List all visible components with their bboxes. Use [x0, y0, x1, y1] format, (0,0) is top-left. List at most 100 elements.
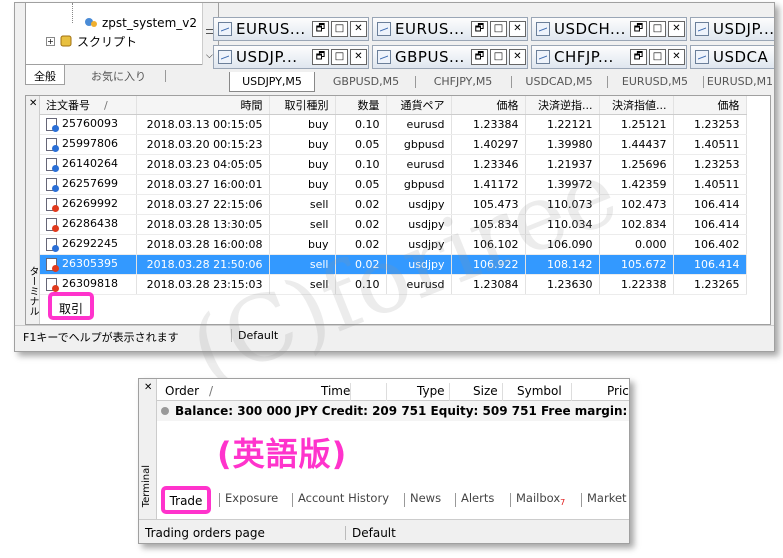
navigator-item[interactable]: + スクリプト — [46, 33, 137, 49]
tab-separator — [455, 493, 456, 507]
table-row[interactable]: 26257699 2018.03.27 16:00:01 buy 0.05 gbpusd… — [40, 174, 747, 195]
tab-trade[interactable]: Trade — [170, 494, 203, 508]
take-profit-cell: 1.44437 — [599, 134, 674, 155]
restore-icon[interactable]: 🗗 — [630, 49, 647, 65]
column-header-ticket[interactable]: 注文番号 / — [40, 96, 137, 115]
chart-tab[interactable]: USDCAD,M5 — [513, 72, 605, 92]
type-cell: sell — [269, 274, 336, 295]
chart-window-tile[interactable]: GBPUS... 🗗 □ ✕ — [372, 45, 528, 69]
close-icon[interactable]: ✕ — [509, 49, 526, 65]
chart-window-tile[interactable]: USDJP... 🗗 □ ✕ — [213, 45, 369, 69]
chart-window-tile[interactable]: EURUS... 🗗 □ ✕ — [372, 17, 528, 41]
chevron-down-icon[interactable]: ⌵ — [206, 51, 213, 61]
tab-separator — [511, 76, 512, 88]
navigator-item[interactable]: zpst_system_v2 — [84, 15, 197, 31]
column-header-time[interactable]: 時間 — [136, 96, 270, 115]
tab-favorites[interactable]: お気に入り — [83, 65, 154, 85]
chart-icon — [377, 22, 391, 36]
table-row[interactable]: 26305395 2018.03.28 21:50:06 sell 0.02 usdjp… — [40, 254, 747, 275]
column-header-size[interactable]: Size — [473, 384, 498, 398]
table-row[interactable]: 26309818 2018.03.28 23:15:03 sell 0.10 eurus… — [40, 274, 747, 295]
column-header-stop-loss[interactable]: 決済逆指... — [525, 96, 600, 115]
maximize-icon[interactable]: □ — [331, 21, 348, 37]
restore-icon[interactable]: 🗗 — [471, 49, 488, 65]
maximize-icon[interactable]: □ — [331, 49, 348, 65]
column-separator — [571, 383, 572, 401]
chart-window-tile[interactable]: USDCA — [690, 45, 774, 69]
close-icon[interactable]: ✕ — [509, 21, 526, 37]
column-header-type[interactable]: Type — [417, 384, 445, 398]
type-cell: sell — [269, 254, 336, 275]
type-cell: buy — [269, 134, 336, 155]
sort-indicator: / — [104, 98, 108, 112]
chart-tab[interactable]: CHFJPY,M5 — [417, 72, 509, 92]
expand-icon[interactable]: + — [46, 36, 55, 46]
column-header-take-profit[interactable]: 決済指値... — [599, 96, 674, 115]
ticket-number: 26305395 — [62, 257, 118, 271]
terminal-tab[interactable]: Market — [587, 491, 627, 505]
column-header-price[interactable]: 価格 — [451, 96, 526, 115]
volume-cell: 0.10 — [335, 114, 387, 135]
maximize-icon[interactable]: □ — [649, 21, 666, 37]
terminal-tab-label: News — [410, 491, 442, 505]
maximize-icon[interactable]: □ — [490, 21, 507, 37]
restore-icon[interactable]: 🗗 — [312, 49, 329, 65]
column-header-order[interactable]: Order — [165, 384, 199, 398]
chart-window-tile[interactable]: CHFJP... 🗗 □ ✕ — [531, 45, 687, 69]
table-row[interactable]: 25760093 2018.03.13 00:15:05 buy 0.10 eurusd… — [40, 114, 747, 135]
terminal-tab[interactable]: News — [410, 491, 441, 505]
symbol-cell: usdjpy — [386, 254, 452, 275]
sort-indicator: / — [209, 384, 214, 398]
terminal-tab[interactable]: Alerts — [461, 491, 494, 505]
type-cell: buy — [269, 174, 336, 195]
table-row[interactable]: 26140264 2018.03.23 04:05:05 buy 0.10 eurusd… — [40, 154, 747, 175]
close-icon[interactable]: ✕ — [668, 21, 685, 37]
terminal-tab[interactable]: Mailbox7 — [516, 491, 565, 507]
chart-window-tile[interactable]: USDCH... 🗗 □ ✕ — [531, 17, 687, 41]
stop-loss-cell: 1.23630 — [525, 274, 600, 295]
maximize-icon[interactable]: □ — [649, 49, 666, 65]
stop-loss-cell: 108.142 — [525, 254, 600, 275]
tab-all[interactable]: 全般 — [25, 65, 65, 85]
chart-tab[interactable]: EURUSD,M5 — [609, 72, 701, 92]
maximize-icon[interactable]: □ — [490, 49, 507, 65]
chart-tab[interactable]: USDJPY,M5 — [229, 72, 315, 92]
terminal-tab[interactable]: Exposure — [225, 491, 278, 505]
status-bar: F1キーでヘルプが表示されます Default — [15, 325, 774, 345]
price-cell: 1.23084 — [451, 274, 526, 295]
status-bar: Trading orders page Default — [139, 519, 629, 543]
column-header-price[interactable]: Pric — [607, 384, 629, 398]
chart-window-tile[interactable]: USDJP... — [690, 17, 774, 41]
close-icon[interactable]: ✕ — [350, 21, 367, 37]
restore-icon[interactable]: 🗗 — [471, 21, 488, 37]
tab-trade[interactable]: 取引 — [59, 302, 83, 316]
ticket-number: 26257699 — [62, 177, 118, 191]
table-row[interactable]: 25997806 2018.03.20 00:15:23 buy 0.05 gbpusd… — [40, 134, 747, 155]
restore-icon[interactable]: 🗗 — [312, 21, 329, 37]
ticket-number: 25760093 — [62, 117, 118, 131]
close-icon[interactable]: ✕ — [144, 382, 152, 393]
chart-window-tile[interactable]: EURUS... 🗗 □ ✕ — [213, 17, 369, 41]
table-row[interactable]: 26286438 2018.03.28 13:30:05 sell 0.02 usdjp… — [40, 214, 747, 235]
column-header-time[interactable]: Time — [321, 384, 350, 398]
close-icon[interactable]: ✕ — [29, 98, 37, 109]
restore-icon[interactable]: 🗗 — [630, 21, 647, 37]
close-icon[interactable]: ✕ — [668, 49, 685, 65]
close-icon[interactable]: ✕ — [350, 49, 367, 65]
time-cell: 2018.03.28 23:15:03 — [136, 274, 270, 295]
ticket-number: 26269992 — [62, 197, 118, 211]
terminal-tab[interactable]: Account History — [298, 491, 389, 505]
column-header-current-price[interactable]: 価格 — [673, 96, 747, 115]
current-price-cell: 106.414 — [673, 254, 747, 275]
symbol-cell: gbpusd — [386, 174, 452, 195]
column-header-volume[interactable]: 数量 — [335, 96, 387, 115]
time-cell: 2018.03.27 16:00:01 — [136, 174, 270, 195]
table-row[interactable]: 26269992 2018.03.27 22:15:06 sell 0.02 usdjp… — [40, 194, 747, 215]
chart-tab[interactable]: GBPUSD,M5 — [319, 72, 413, 92]
stop-loss-cell: 106.090 — [525, 234, 600, 255]
column-header-type[interactable]: 取引種別 — [269, 96, 336, 115]
chart-tab[interactable]: EURUSD,M1 — [705, 72, 774, 92]
column-header-symbol[interactable]: 通貨ペア — [386, 96, 452, 115]
table-row[interactable]: 26292245 2018.03.28 16:00:08 buy 0.02 usdjpy… — [40, 234, 747, 255]
column-header-symbol[interactable]: Symbol — [517, 384, 562, 398]
